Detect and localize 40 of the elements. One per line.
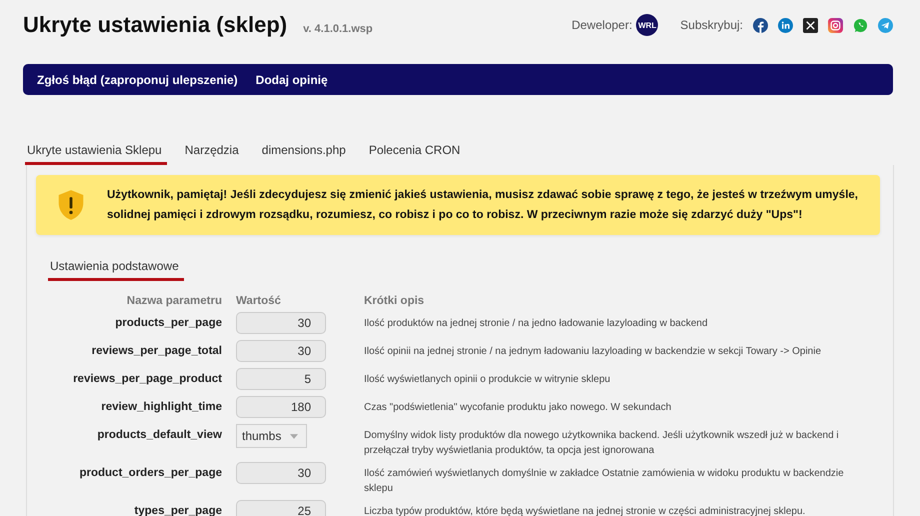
parameter-description: Ilość opinii na jednej stronie / na jednym ładowaniu lazyloading w backendzie w sekcji Towary -> Opinie	[364, 345, 822, 359]
tab[interactable]: Polecenia CRON	[366, 139, 466, 165]
nav-link[interactable]: Dodaj opinię	[256, 72, 328, 86]
value-field[interactable]: 30	[236, 312, 326, 334]
social-icon[interactable]	[753, 18, 768, 32]
parameter-description: Domyślny widok listy produktów dla nowego użytkownika backend. Jeśli użytkownik wszedł już w backend i przełączał tryby wyświetlania produktów, ta opcja jest ignorowana	[364, 429, 840, 458]
parameter-name: product_orders_per_page	[78, 466, 223, 481]
parameter-name: products_per_page	[114, 316, 223, 331]
version-label: v. 4.1.0.1.wsp	[303, 23, 373, 35]
value-dropdown[interactable]: thumbs	[236, 424, 307, 448]
caret-icon	[290, 434, 298, 438]
tab[interactable]: Narzędzia	[182, 139, 244, 165]
page-title: Ukryte ustawienia (sklep)	[23, 12, 288, 38]
developer-label: Deweloper:	[572, 18, 632, 32]
column-header: Nazwa parametru	[126, 294, 223, 309]
developer-badge[interactable]: WRL	[636, 14, 658, 36]
parameter-description: Ilość wyświetlanych opinii o produkcie w witrynie sklepu	[364, 373, 612, 387]
parameter-description: Ilość zamówień wyświetlanych domyślnie w zakładce Ostatnie zamówienia w widoku produktu w backendzie sklepu	[364, 467, 845, 496]
parameter-name: reviews_per_page_total	[90, 344, 223, 359]
parameter-name: review_highlight_time	[100, 400, 223, 415]
parameter-description: Czas "podświetlenia" wycofanie produktu jako nowego. W sekundach	[364, 401, 672, 415]
warning-text: Użytkownik, pamiętaj! Jeśli zdecydujesz się zmienić jakieś ustawienia, musisz zdawać sobie sprawę z tego, że jesteś w trzeźwym umyśle, solidnej pamięci i zdrowym rozsądku, rozumiesz, co robisz i po co to robisz. W przeciwnym razie może się zdarzyć duży "Ups"!	[107, 188, 859, 223]
column-header: Wartość	[236, 294, 282, 309]
value-field[interactable]: 5	[236, 368, 326, 390]
parameter-description: Liczba typów produktów, które będą wyświetlane na jednej stronie w części administracyjnej sklepu.	[364, 505, 806, 516]
parameter-name: products_default_view	[96, 428, 223, 443]
value-field[interactable]: 30	[236, 462, 326, 484]
parameter-name: reviews_per_page_product	[72, 372, 223, 387]
nav-link[interactable]: Zgłoś błąd (zaproponuj ulepszenie)	[37, 72, 238, 86]
value-field[interactable]: 180	[236, 396, 326, 418]
parameter-description: Ilość produktów na jednej stronie / na jedno ładowanie lazyloading w backend	[364, 317, 709, 331]
section-tab[interactable]: Ustawienia podstawowe	[48, 255, 184, 281]
tab[interactable]: Ukryte ustawienia Sklepu	[25, 139, 167, 165]
value-field[interactable]: 25	[236, 500, 326, 516]
social-icon[interactable]	[803, 18, 818, 32]
shield-warning-icon	[57, 189, 85, 221]
tab[interactable]: dimensions.php	[260, 139, 351, 165]
column-header: Krótki opis	[364, 294, 426, 309]
value-field[interactable]: 30	[236, 340, 326, 362]
subscribe-label: Subskrybuj:	[680, 18, 743, 32]
